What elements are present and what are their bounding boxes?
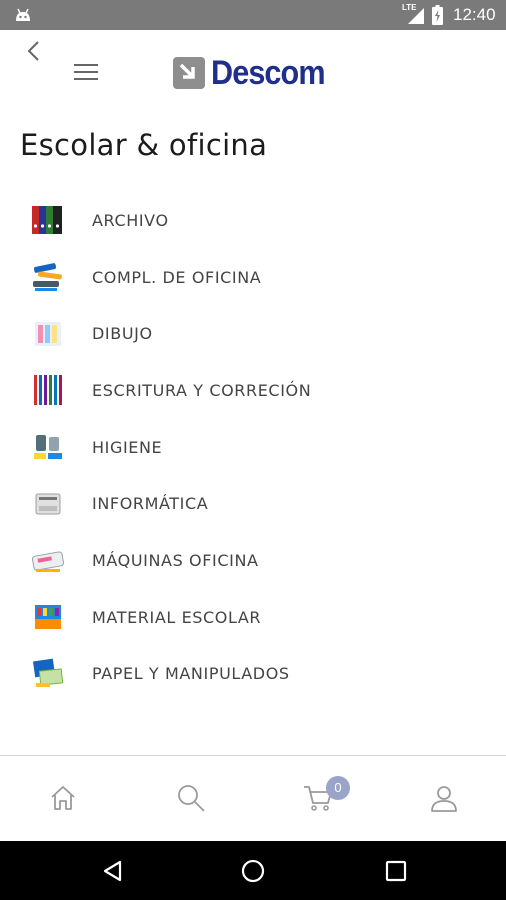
category-item-higiene[interactable]: HIGIENE	[0, 419, 506, 476]
user-icon[interactable]	[428, 782, 460, 814]
logo-arrow-icon	[173, 57, 205, 89]
stapler-icon	[33, 263, 62, 292]
search-icon[interactable]	[175, 782, 207, 814]
category-item-informatica[interactable]: INFORMÁTICA	[0, 475, 506, 532]
battery-icon	[432, 5, 443, 25]
page-title: Escolar & oficina	[20, 128, 268, 162]
paper-products-icon	[32, 658, 64, 687]
category-label: COMPL. DE OFICINA	[92, 267, 262, 287]
category-label: PAPEL Y MANIPULADOS	[92, 664, 290, 684]
category-label: MATERIAL ESCOLAR	[92, 607, 262, 627]
back-triangle-icon[interactable]	[100, 858, 126, 884]
pens-icon	[34, 375, 62, 406]
category-item-escritura[interactable]: ESCRITURA Y CORRECIÓN	[0, 362, 506, 419]
office-machine-icon	[31, 551, 65, 573]
category-label: DIBUJO	[92, 324, 153, 344]
hamburger-menu-icon[interactable]	[72, 60, 100, 84]
printer-icon	[35, 493, 61, 515]
home-icon[interactable]	[47, 782, 79, 814]
android-icon	[16, 8, 30, 21]
category-label: ESCRITURA Y CORRECIÓN	[92, 380, 312, 400]
bottom-navigation: 0	[0, 755, 506, 841]
category-list: ARCHIVO COMPL. DE OFICINA DIBUJO ESCRITU…	[0, 192, 506, 702]
school-supplies-icon	[35, 605, 61, 630]
category-item-archivo[interactable]: ARCHIVO	[0, 192, 506, 249]
category-item-papel[interactable]: PAPEL Y MANIPULADOS	[0, 646, 506, 703]
recents-square-icon[interactable]	[383, 858, 409, 884]
category-item-compl-oficina[interactable]: COMPL. DE OFICINA	[0, 249, 506, 306]
category-item-dibujo[interactable]: DIBUJO	[0, 305, 506, 362]
status-bar: LTE 12:40	[0, 0, 506, 30]
back-arrow-icon[interactable]	[22, 38, 48, 64]
cart-count-badge[interactable]: 0	[326, 776, 350, 800]
category-label: INFORMÁTICA	[92, 494, 209, 514]
category-label: HIGIENE	[92, 437, 163, 457]
category-label: ARCHIVO	[92, 210, 169, 230]
brand-name: Descom	[211, 53, 326, 92]
binders-icon	[32, 206, 62, 235]
clock: 12:40	[453, 5, 496, 24]
drawing-supplies-icon	[35, 321, 61, 346]
android-navigation-bar	[0, 841, 506, 900]
category-item-maquinas[interactable]: MÁQUINAS OFICINA	[0, 532, 506, 589]
signal-icon	[408, 8, 424, 24]
home-circle-icon[interactable]	[240, 858, 266, 884]
category-label: MÁQUINAS OFICINA	[92, 550, 259, 570]
category-item-material-escolar[interactable]: MATERIAL ESCOLAR	[0, 589, 506, 646]
hygiene-products-icon	[34, 435, 62, 460]
brand-logo[interactable]: Descom	[173, 53, 337, 92]
